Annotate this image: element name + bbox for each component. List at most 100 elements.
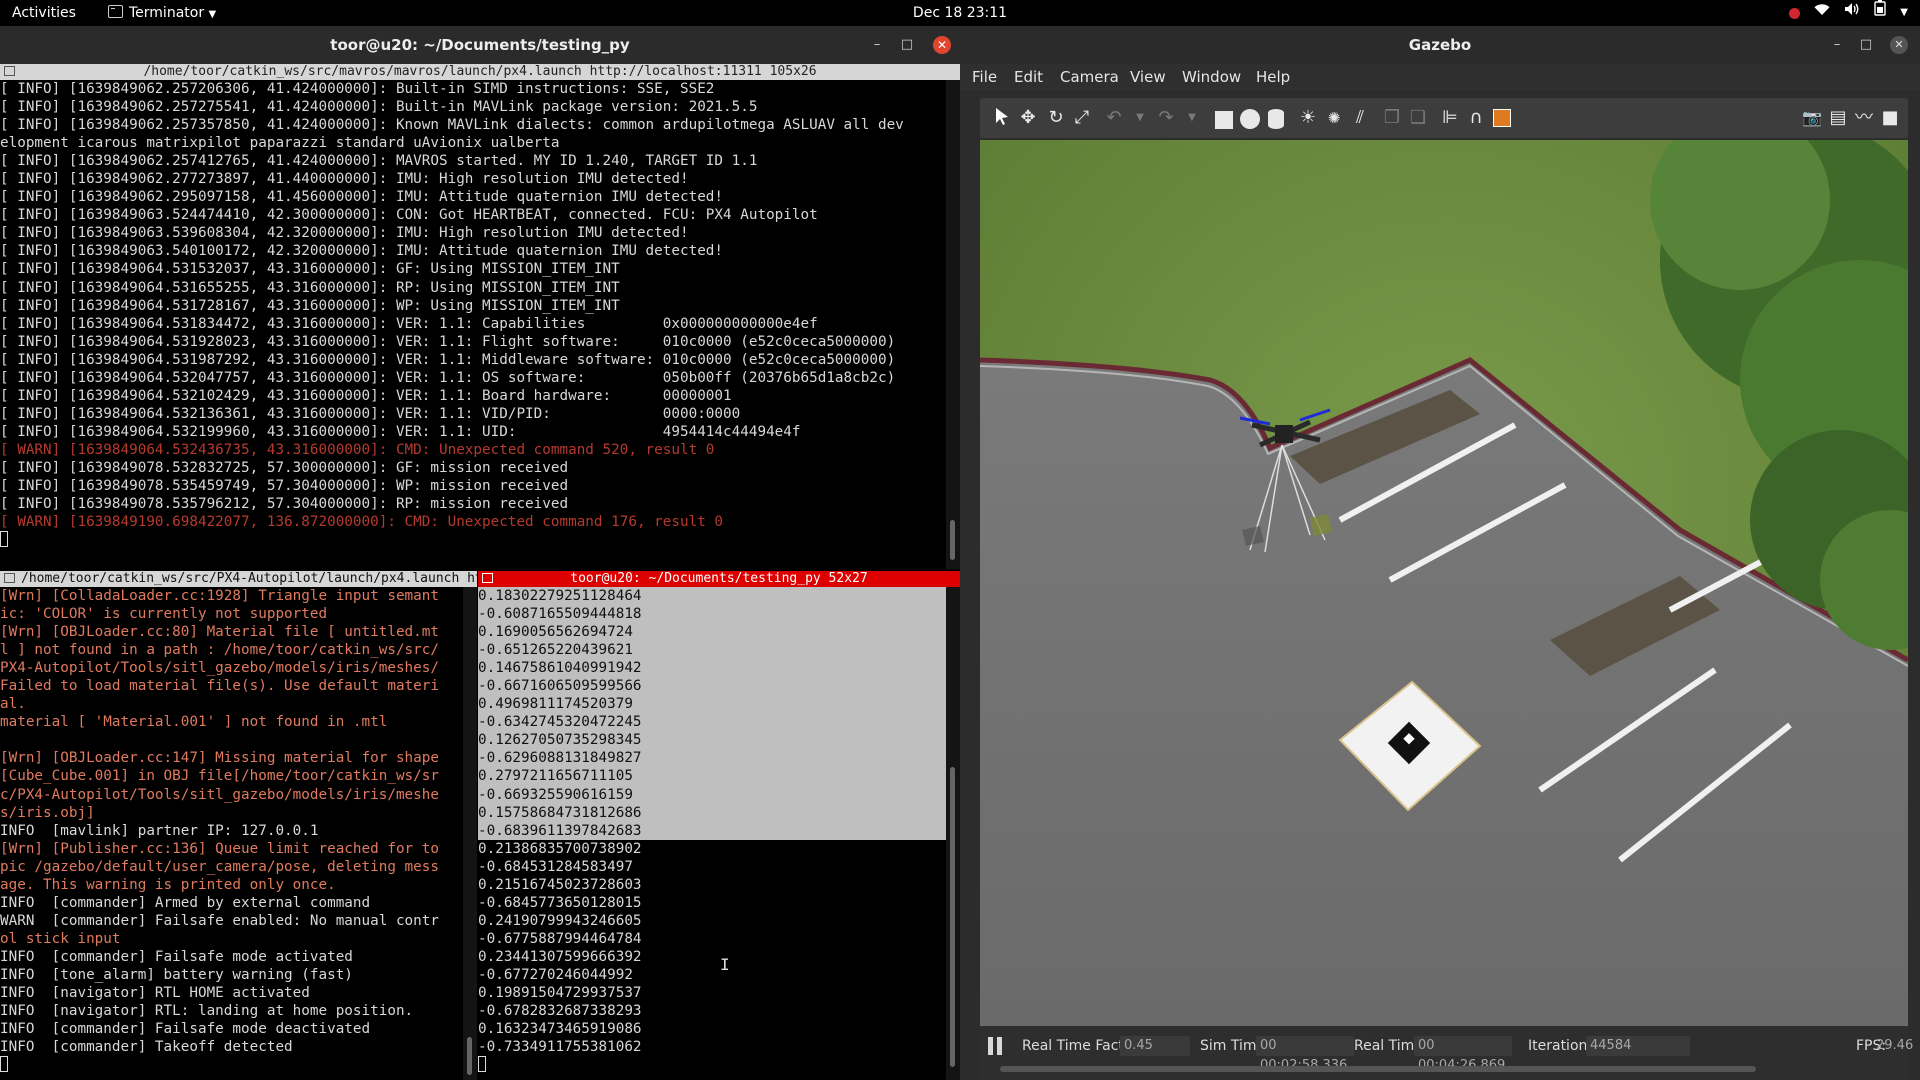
align-icon[interactable]: ⊫ xyxy=(1438,106,1462,130)
wifi-icon xyxy=(1814,0,1830,26)
terminal-line: [ INFO] [1639849062.257412765, 41.424000… xyxy=(0,153,758,170)
terminal-line: [ INFO] [1639849064.531834472, 43.316000… xyxy=(0,315,818,332)
scale-mode-icon[interactable]: ⤢ xyxy=(1070,106,1094,130)
maximize-button[interactable]: □ xyxy=(898,36,916,54)
screenshot-icon[interactable]: 📷 xyxy=(1800,106,1824,130)
pause-icon[interactable] xyxy=(988,1037,1004,1055)
terminal-pane-px4[interactable]: /home/toor/catkin_ws/src/PX4-Autopilot/l… xyxy=(0,571,477,1080)
terminal-pane-mavros[interactable]: /home/toor/catkin_ws/src/mavros/mavros/l… xyxy=(0,64,960,569)
terminal-output[interactable]: [Wrn] [ColladaLoader.cc:1928] Triangle i… xyxy=(0,587,463,1080)
terminal-line: [ INFO] [1639849064.532102429, 43.316000… xyxy=(0,387,732,404)
terminal-line: [Wrn] [OBJLoader.cc:147] Missing materia… xyxy=(0,750,439,767)
status-progress-bar[interactable] xyxy=(1000,1066,1756,1072)
scene-viewport[interactable] xyxy=(980,140,1908,1026)
menu-window[interactable]: Window xyxy=(1182,64,1241,90)
terminal-line: age. This warning is printed only once. xyxy=(0,876,336,893)
activities-button[interactable]: Activities xyxy=(12,0,76,26)
terminal-line: -0.6782832687338293 xyxy=(478,1003,642,1020)
cursor-block-icon xyxy=(0,1056,8,1073)
terminal-line: 0.4969811174520379 xyxy=(478,695,946,714)
translate-mode-icon[interactable]: ✥ xyxy=(1016,106,1040,130)
window-title: Gazebo xyxy=(1408,36,1472,54)
undo-icon[interactable]: ↶ xyxy=(1102,106,1126,130)
pane-header-title: /home/toor/catkin_ws/src/mavros/mavros/l… xyxy=(143,64,817,79)
redo-history-caret-icon[interactable]: ▼ xyxy=(1180,106,1204,130)
scrollbar-thumb[interactable] xyxy=(950,767,955,1067)
log-icon[interactable]: ▤ xyxy=(1826,106,1850,130)
snap-icon[interactable]: ∩ xyxy=(1464,106,1488,130)
pane-grip-icon[interactable] xyxy=(4,66,15,76)
rotate-mode-icon[interactable]: ↻ xyxy=(1044,106,1068,130)
scrollbar-thumb[interactable] xyxy=(950,520,955,560)
gazebo-titlebar[interactable]: Gazebo – □ ✕ xyxy=(960,26,1920,64)
close-button[interactable]: ✕ xyxy=(933,36,951,54)
terminal-line: material [ 'Material.001' ] not found in… xyxy=(0,714,388,731)
paste-icon[interactable]: ❏ xyxy=(1406,106,1430,130)
menu-file[interactable]: File xyxy=(972,64,997,90)
terminal-line: INFO [commander] Failsafe mode deactivat… xyxy=(0,1021,371,1038)
maximize-button[interactable]: □ xyxy=(1857,36,1875,54)
terminal-line: [Wrn] [OBJLoader.cc:80] Material file [ … xyxy=(0,624,439,641)
menu-view[interactable]: View xyxy=(1130,64,1166,90)
system-tray[interactable]: ▼ xyxy=(1789,0,1908,26)
app-menu[interactable]: Terminator ▼ xyxy=(108,0,216,26)
undo-history-caret-icon[interactable]: ▼ xyxy=(1128,106,1152,130)
close-button[interactable]: ✕ xyxy=(1890,36,1908,54)
terminal-line: 0.1690056562694724 xyxy=(478,623,946,642)
terminal-line: [ INFO] [1639849062.295097158, 41.456000… xyxy=(0,189,724,206)
cursor-block-icon xyxy=(478,1056,486,1073)
select-mode-icon[interactable] xyxy=(990,106,1014,130)
terminal-line: [ INFO] [1639849062.277273897, 41.440000… xyxy=(0,171,689,188)
scrollbar[interactable] xyxy=(946,587,960,1080)
pane-header[interactable]: /home/toor/catkin_ws/src/mavros/mavros/l… xyxy=(0,64,960,80)
change-view-icon[interactable] xyxy=(1490,106,1514,130)
plot-icon[interactable]: 〰 xyxy=(1852,106,1876,130)
terminal-line: -0.684531284583497 xyxy=(478,858,633,875)
copy-icon[interactable]: ❐ xyxy=(1380,106,1404,130)
terminal-output[interactable]: 0.18302279251128464 -0.6087165509444818 0.… xyxy=(478,587,946,1080)
scrollbar[interactable] xyxy=(463,587,477,1080)
sphere-shape-icon[interactable] xyxy=(1238,106,1262,130)
terminal-line: [ INFO] [1639849062.257275541, 41.424000… xyxy=(0,99,758,116)
directional-light-icon[interactable]: ⫽ xyxy=(1348,106,1372,130)
terminal-line: [Wrn] [Publisher.cc:136] Queue limit rea… xyxy=(0,840,439,857)
terminal-line: c/PX4-Autopilot/Tools/sitl_gazebo/models… xyxy=(0,786,439,803)
terminal-line: [ INFO] [1639849064.532047757, 43.316000… xyxy=(0,369,896,386)
scrollbar[interactable] xyxy=(946,80,960,569)
pane-grip-icon[interactable] xyxy=(482,573,493,583)
top-bar: Activities Terminator ▼ Dec 18 23:11 ▼ xyxy=(0,0,1920,26)
menu-edit[interactable]: Edit xyxy=(1014,64,1043,90)
scrollbar-thumb[interactable] xyxy=(467,1037,472,1075)
gazebo-window: Gazebo – □ ✕ File Edit Camera View Windo… xyxy=(960,26,1920,1080)
terminal-pane-testing-py[interactable]: toor@u20: ~/Documents/testing_py 52x27 0… xyxy=(478,571,960,1080)
point-light-icon[interactable]: ☀ xyxy=(1296,106,1320,130)
box-shape-icon[interactable] xyxy=(1212,106,1236,130)
menu-help[interactable]: Help xyxy=(1256,64,1290,90)
terminal-line: 0.23441307599666392 xyxy=(478,948,642,965)
terminal-line: pic /gazebo/default/user_camera/pose, de… xyxy=(0,858,439,875)
clock[interactable]: Dec 18 23:11 xyxy=(0,0,1920,26)
cylinder-shape-icon[interactable] xyxy=(1264,106,1288,130)
fps-value: 29.46 xyxy=(1876,1038,1914,1053)
menu-camera[interactable]: Camera xyxy=(1060,64,1119,90)
terminal-output[interactable]: [ INFO] [1639849062.257206306, 41.424000… xyxy=(0,80,946,569)
terminal-line: 0.19891504729937537 xyxy=(478,985,642,1002)
terminal-line: 0.14675861040991942 xyxy=(478,659,946,678)
minimize-button[interactable]: – xyxy=(1828,36,1846,54)
terminal-line: l ] not found in a path : /home/toor/cat… xyxy=(0,642,439,659)
terminal-cursor xyxy=(478,1056,946,1074)
terminal-line: INFO [commander] Failsafe mode activated xyxy=(0,948,353,965)
spot-light-icon[interactable]: ✺ xyxy=(1322,106,1346,130)
window-title: toor@u20: ~/Documents/testing_py xyxy=(330,36,630,54)
redo-icon[interactable]: ↷ xyxy=(1154,106,1178,130)
pane-grip-icon[interactable] xyxy=(4,573,15,583)
terminal-line: [ INFO] [1639849064.531655255, 43.316000… xyxy=(0,279,620,296)
record-video-icon[interactable]: ■ xyxy=(1878,106,1902,130)
minimize-button[interactable]: – xyxy=(868,36,886,54)
pane-header-active[interactable]: toor@u20: ~/Documents/testing_py 52x27 xyxy=(478,571,960,587)
pane-header[interactable]: /home/toor/catkin_ws/src/PX4-Autopilot/l… xyxy=(0,571,477,587)
pane-header-title: toor@u20: ~/Documents/testing_py 52x27 xyxy=(570,571,868,586)
terminator-titlebar[interactable]: toor@u20: ~/Documents/testing_py – □ ✕ xyxy=(0,26,960,64)
terminal-line: -0.669325590616159 xyxy=(478,785,946,804)
